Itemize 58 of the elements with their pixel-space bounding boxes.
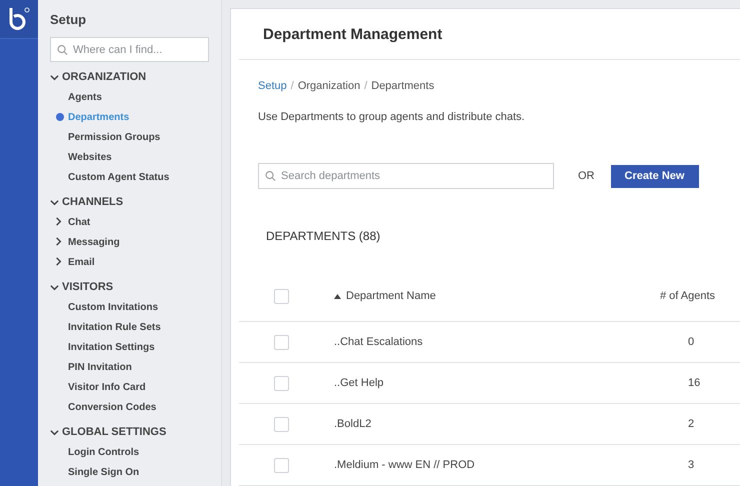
select-all-checkbox[interactable] — [274, 288, 289, 304]
breadcrumb-separator: / — [364, 80, 368, 92]
table-cell-text: ..Chat Escalations — [334, 336, 424, 348]
chevron-icon — [54, 217, 63, 226]
section-header[interactable]: ORGANIZATION — [50, 71, 146, 83]
row-checkbox[interactable] — [274, 416, 289, 432]
department-search-field[interactable]: Search departments — [258, 163, 554, 189]
chevron-icon — [54, 257, 63, 266]
description-text: Use Departments to group agents and distribute chats. — [258, 111, 526, 123]
search-icon — [57, 44, 68, 55]
selected-dot — [56, 113, 64, 121]
table-cell-text: 16 — [687, 377, 702, 389]
row-checkbox[interactable] — [274, 376, 289, 390]
section-header[interactable]: VISITORS — [50, 281, 114, 293]
row-checkbox[interactable] — [274, 458, 289, 472]
row-checkbox[interactable] — [274, 334, 289, 350]
sidebar-item[interactable]: Permission Groups — [50, 127, 160, 147]
table-cell-text: ..Get Help — [334, 377, 385, 389]
sidebar-item[interactable]: Agents — [50, 87, 102, 107]
chevron-icon — [50, 282, 59, 292]
table-cell-text: 0 — [687, 336, 696, 348]
list-title: DEPARTMENTS (88) — [266, 229, 382, 243]
chevron-icon — [50, 72, 59, 82]
sort-up-icon — [334, 294, 341, 298]
section-header[interactable]: GLOBAL SETTINGS — [50, 426, 166, 438]
table-cell-text: .BoldL2 — [334, 418, 372, 430]
sidebar-item[interactable]: Conversion Codes — [50, 397, 156, 417]
chevron-icon — [54, 237, 63, 246]
breadcrumb-link[interactable]: Organization — [298, 80, 360, 92]
section-header[interactable]: CHANNELS — [50, 196, 124, 208]
chevron-icon — [50, 198, 59, 206]
column-header[interactable]: # of Agents — [660, 290, 740, 302]
sidebar-item[interactable]: PIN Invitation — [50, 357, 132, 377]
or-label: OR — [578, 170, 594, 182]
sidebar-item[interactable]: Visitor Info Card — [50, 377, 146, 397]
sidebar-item[interactable]: Chat — [50, 212, 90, 232]
column-header[interactable]: Department Name — [334, 290, 660, 302]
sidebar-item[interactable]: Invitation Rule Sets — [50, 317, 161, 337]
table-cell-text: 3 — [687, 459, 696, 471]
table-cell-text: .Meldium - www EN // PROD — [334, 459, 476, 471]
sidebar-item[interactable]: Websites — [50, 147, 112, 167]
sidebar-item[interactable]: Custom Agent Status — [50, 167, 170, 187]
breadcrumb-separator: / — [290, 80, 294, 92]
sidebar-item[interactable]: Messaging — [50, 232, 120, 252]
breadcrumb-link[interactable]: Setup — [258, 80, 287, 92]
table-cell-text: 2 — [687, 418, 696, 430]
sidebar-search-field[interactable]: Where can I find... — [50, 37, 209, 62]
breadcrumb-link[interactable]: Departments — [371, 80, 434, 92]
search-icon — [265, 170, 276, 182]
sidebar-item[interactable]: Single Sign On — [50, 462, 140, 482]
sidebar-item[interactable]: Custom Invitations — [50, 297, 158, 317]
sidebar-item[interactable]: Login Controls — [50, 442, 140, 462]
create-new-button[interactable]: Create New — [610, 164, 698, 188]
chevron-icon — [50, 428, 59, 436]
sidebar-item[interactable]: Invitation Settings — [50, 337, 155, 357]
page-title: Department Management — [263, 26, 442, 42]
sidebar-item[interactable]: Email — [50, 252, 95, 272]
sidebar-title: Setup — [50, 12, 88, 27]
